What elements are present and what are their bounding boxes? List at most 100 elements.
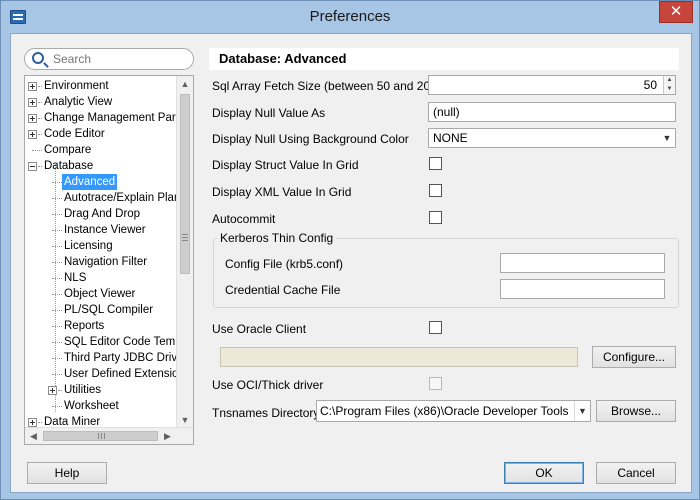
- oracle-client-path: [220, 347, 578, 367]
- spin-up-icon[interactable]: ▲: [664, 76, 675, 85]
- tnsnames-label: Tnsnames Directory: [212, 406, 320, 420]
- credential-input[interactable]: [500, 279, 665, 299]
- tree-item-label: Change Management Param: [44, 112, 177, 124]
- search-box[interactable]: [24, 48, 194, 70]
- tree-item[interactable]: Worksheet: [25, 398, 177, 414]
- tree-item[interactable]: Compare: [25, 142, 177, 158]
- tree-item-label: Licensing: [64, 240, 113, 252]
- config-file-label: Config File (krb5.conf): [225, 257, 344, 271]
- tree-connector: [58, 390, 62, 391]
- collapse-icon[interactable]: [28, 162, 37, 171]
- tree-item[interactable]: Environment: [25, 78, 177, 94]
- scroll-left-icon[interactable]: ◀: [25, 428, 42, 444]
- tree-connector: [52, 182, 62, 183]
- struct-checkbox[interactable]: [429, 157, 442, 170]
- scroll-grip-icon: [182, 234, 188, 241]
- tree-item[interactable]: Third Party JDBC Driver: [25, 350, 177, 366]
- tree-item-label: NLS: [64, 272, 87, 284]
- tree-horizontal-scrollbar[interactable]: ◀ ▶: [25, 427, 193, 444]
- tree-item-label: Code Editor: [44, 128, 105, 140]
- tree-connector: [52, 230, 62, 231]
- spin-down-icon[interactable]: ▼: [664, 85, 675, 94]
- expand-icon[interactable]: [28, 98, 37, 107]
- tree-connector: [52, 342, 62, 343]
- tree-item-label: Worksheet: [64, 400, 119, 412]
- tree-item-label: Drag And Drop: [64, 208, 141, 220]
- tree-item[interactable]: Object Viewer: [25, 286, 177, 302]
- vertical-scroll-thumb[interactable]: [180, 94, 190, 274]
- tree-item[interactable]: Advanced: [25, 174, 177, 190]
- title-bar[interactable]: Preferences ✕: [1, 1, 699, 33]
- browse-button[interactable]: Browse...: [596, 400, 676, 422]
- tree-item-label: SQL Editor Code Templa: [64, 336, 177, 348]
- tree-connector: [38, 102, 42, 103]
- close-icon: ✕: [669, 3, 683, 20]
- search-input[interactable]: [51, 51, 189, 67]
- tree-item[interactable]: Navigation Filter: [25, 254, 177, 270]
- tree-connector: [32, 150, 42, 151]
- tree-item-label: Navigation Filter: [64, 256, 148, 268]
- help-label: Help: [54, 466, 80, 480]
- tree-item-label: Instance Viewer: [64, 224, 146, 236]
- tree-item-label: Reports: [64, 320, 105, 332]
- null-bg-select[interactable]: NONE ▼: [428, 128, 676, 148]
- tree-item-label: Advanced: [62, 174, 118, 190]
- preferences-window: Preferences ✕ Environment Analytic View Ch…: [0, 0, 700, 500]
- tree-item[interactable]: SQL Editor Code Templa: [25, 334, 177, 350]
- tree-item[interactable]: Utilities: [25, 382, 177, 398]
- tree-item[interactable]: Licensing: [25, 238, 177, 254]
- close-button[interactable]: ✕: [659, 1, 693, 23]
- tree-connector: [52, 262, 62, 263]
- tree-item[interactable]: PL/SQL Compiler: [25, 302, 177, 318]
- oracle-client-label: Use Oracle Client: [212, 322, 307, 336]
- tree-item[interactable]: Database: [25, 158, 177, 174]
- tree-list: Environment Analytic View Change Managemen…: [25, 78, 177, 430]
- tree-item-label: Compare: [44, 144, 92, 156]
- null-bg-label: Display Null Using Background Color: [212, 132, 409, 146]
- oracle-client-checkbox[interactable]: [429, 321, 442, 334]
- tree-item[interactable]: NLS: [25, 270, 177, 286]
- preferences-tree[interactable]: Environment Analytic View Change Managemen…: [24, 75, 194, 445]
- tree-item[interactable]: Change Management Param: [25, 110, 177, 126]
- tree-item-label: Autotrace/Explain Plan: [64, 192, 177, 204]
- configure-button[interactable]: Configure...: [592, 346, 676, 368]
- null-value-input[interactable]: (null): [428, 102, 676, 122]
- expand-icon[interactable]: [28, 114, 37, 123]
- tree-connector: [38, 422, 42, 423]
- oci-checkbox[interactable]: [429, 377, 442, 390]
- tree-vertical-scrollbar[interactable]: ▲ ▼: [176, 76, 193, 429]
- spinner-buttons[interactable]: ▲ ▼: [663, 76, 675, 94]
- tree-item-label: Object Viewer: [64, 288, 136, 300]
- xml-checkbox[interactable]: [429, 184, 442, 197]
- ok-label: OK: [535, 466, 553, 480]
- expand-icon[interactable]: [28, 418, 37, 427]
- tree-connector: [52, 374, 62, 375]
- expand-icon[interactable]: [28, 82, 37, 91]
- fetch-size-spinner[interactable]: 50 ▲ ▼: [428, 75, 676, 95]
- help-button[interactable]: Help: [27, 462, 107, 484]
- tree-item[interactable]: Analytic View: [25, 94, 177, 110]
- tree-item[interactable]: Reports: [25, 318, 177, 334]
- tree-item[interactable]: Autotrace/Explain Plan: [25, 190, 177, 206]
- tnsnames-select[interactable]: C:\Program Files (x86)\Oracle Developer …: [316, 400, 591, 422]
- tree-item[interactable]: Drag And Drop: [25, 206, 177, 222]
- expand-icon[interactable]: [48, 386, 57, 395]
- tree-item[interactable]: Code Editor: [25, 126, 177, 142]
- dialog-body: Environment Analytic View Change Managemen…: [10, 33, 692, 493]
- scroll-right-icon[interactable]: ▶: [159, 428, 176, 444]
- null-bg-value: NONE: [433, 131, 468, 145]
- tree-connector: [52, 278, 62, 279]
- tree-item[interactable]: User Defined Extension: [25, 366, 177, 382]
- horizontal-scroll-thumb[interactable]: [43, 431, 158, 441]
- config-file-input[interactable]: [500, 253, 665, 273]
- tree-connector: [52, 406, 62, 407]
- tree-connector: [52, 294, 62, 295]
- tree-item[interactable]: Instance Viewer: [25, 222, 177, 238]
- chevron-down-icon: ▼: [574, 401, 590, 421]
- cancel-button[interactable]: Cancel: [596, 462, 676, 484]
- expand-icon[interactable]: [28, 130, 37, 139]
- autocommit-checkbox[interactable]: [429, 211, 442, 224]
- scroll-up-icon[interactable]: ▲: [177, 76, 193, 93]
- ok-button[interactable]: OK: [504, 462, 584, 484]
- tree-item-label: User Defined Extension: [64, 368, 177, 380]
